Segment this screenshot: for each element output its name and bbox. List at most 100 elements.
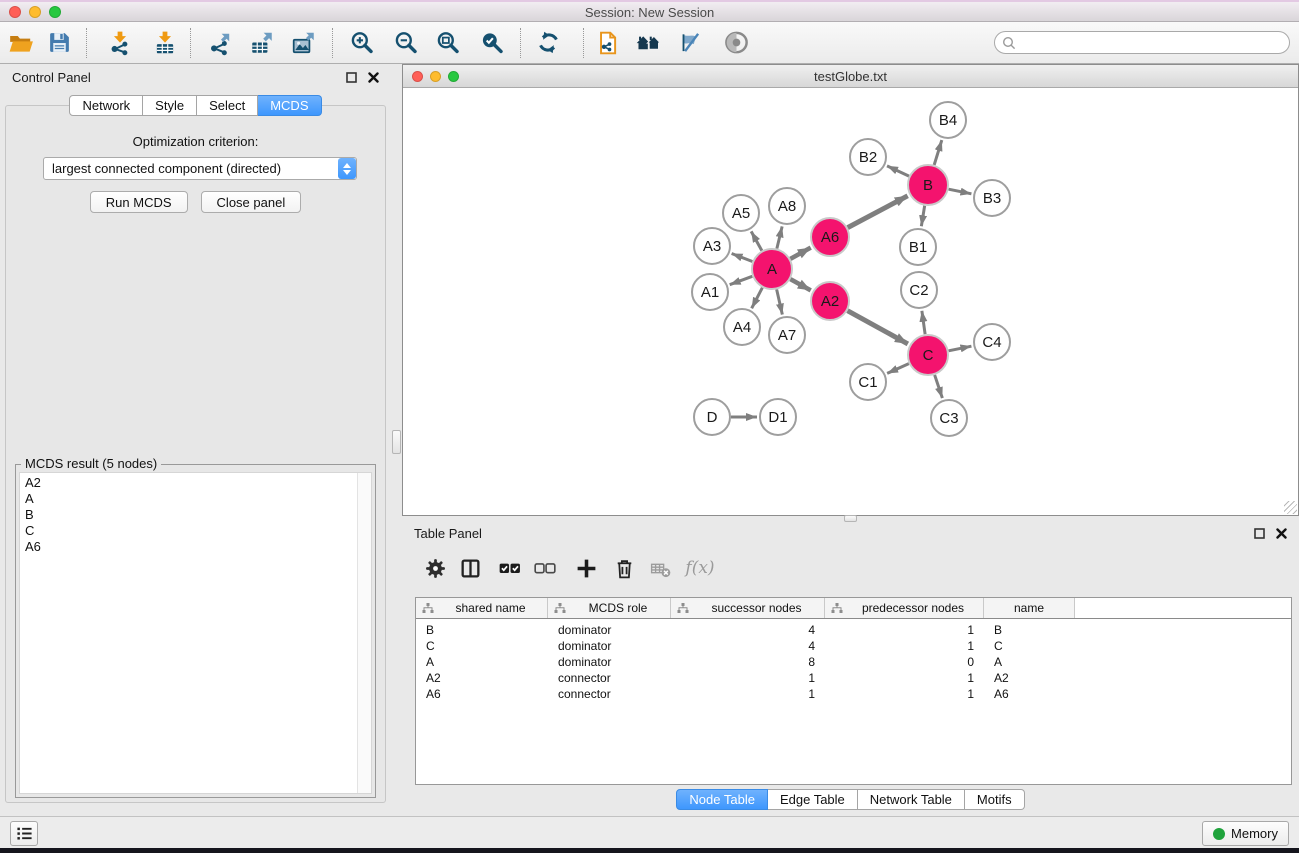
cell-MCDS-role[interactable]: dominator: [548, 623, 671, 637]
graph-node-C3[interactable]: [931, 400, 967, 436]
result-item-A[interactable]: A: [25, 491, 371, 507]
graph-edge-A-A7[interactable]: [777, 289, 783, 314]
result-scrollbar[interactable]: [357, 473, 371, 793]
float-table-panel-icon[interactable]: [1254, 528, 1265, 539]
graph-edge-A-A3[interactable]: [732, 254, 753, 262]
deselect-all-columns-icon[interactable]: [530, 553, 560, 583]
hide-annotations-icon[interactable]: [675, 28, 705, 58]
open-session-file-icon[interactable]: [592, 28, 622, 58]
vertical-splitter-grip[interactable]: [392, 430, 401, 454]
tab-network-table[interactable]: Network Table: [858, 789, 965, 810]
cell-MCDS-role[interactable]: connector: [548, 687, 671, 701]
graph-node-C1[interactable]: [850, 364, 886, 400]
cell-name[interactable]: A: [984, 655, 1075, 669]
network-minimize-button[interactable]: [430, 71, 441, 82]
graph-edge-B-B3[interactable]: [949, 189, 972, 194]
zoom-in-icon[interactable]: [347, 28, 377, 58]
graph-node-C2[interactable]: [901, 272, 937, 308]
show-columns-icon[interactable]: [455, 553, 485, 583]
table-row-A6[interactable]: A6connector11A6: [416, 686, 1291, 702]
graph-edge-C-C2[interactable]: [922, 311, 925, 334]
cell-predecessor-nodes[interactable]: 1: [825, 639, 984, 653]
cell-MCDS-role[interactable]: dominator: [548, 655, 671, 669]
graph-node-A1[interactable]: [692, 274, 728, 310]
delete-columns-trash-icon[interactable]: [609, 553, 639, 583]
delete-table-icon[interactable]: [645, 553, 675, 583]
column-header-shared-name[interactable]: shared name: [416, 598, 548, 618]
cell-predecessor-nodes[interactable]: 1: [825, 623, 984, 637]
select-all-columns-icon[interactable]: [495, 553, 525, 583]
cell-name[interactable]: A6: [984, 687, 1075, 701]
column-header-name[interactable]: name: [984, 598, 1075, 618]
column-header-MCDS-role[interactable]: MCDS role: [548, 598, 671, 618]
graph-node-A2[interactable]: [811, 282, 849, 320]
graph-edge-A-A4[interactable]: [752, 288, 763, 309]
mcds-result-list[interactable]: A2ABCA6: [19, 472, 372, 794]
graph-node-D[interactable]: [694, 399, 730, 435]
memory-button[interactable]: Memory: [1202, 821, 1289, 846]
tab-select[interactable]: Select: [197, 95, 258, 116]
export-image-icon[interactable]: [289, 28, 319, 58]
graph-edge-C-C3[interactable]: [935, 375, 943, 398]
cell-MCDS-role[interactable]: dominator: [548, 639, 671, 653]
graph-node-B[interactable]: [908, 165, 948, 205]
window-resize-handle[interactable]: [1284, 501, 1297, 514]
close-panel-icon[interactable]: [368, 72, 379, 83]
show-details-eye-icon[interactable]: [721, 28, 751, 58]
create-column-plus-icon[interactable]: [571, 553, 601, 583]
export-network-icon[interactable]: [205, 28, 235, 58]
function-builder-fx-icon[interactable]: f(x): [682, 553, 718, 583]
table-row-B[interactable]: Bdominator41B: [416, 622, 1291, 638]
cell-predecessor-nodes[interactable]: 1: [825, 687, 984, 701]
graph-node-A5[interactable]: [723, 195, 759, 231]
graph-edge-A-A5[interactable]: [751, 231, 762, 250]
graph-edge-A-A1[interactable]: [730, 276, 753, 284]
graph-node-A3[interactable]: [694, 228, 730, 264]
cell-successor-nodes[interactable]: 4: [671, 639, 825, 653]
cell-successor-nodes[interactable]: 4: [671, 623, 825, 637]
result-item-A6[interactable]: A6: [25, 539, 371, 555]
graph-edge-B-B4[interactable]: [934, 140, 942, 165]
cell-shared-name[interactable]: A6: [416, 687, 548, 701]
graph-node-A7[interactable]: [769, 317, 805, 353]
network-close-button[interactable]: [412, 71, 423, 82]
graph-node-A[interactable]: [752, 249, 792, 289]
cell-MCDS-role[interactable]: connector: [548, 671, 671, 685]
table-options-gear-icon[interactable]: [420, 553, 450, 583]
cell-shared-name[interactable]: B: [416, 623, 548, 637]
table-row-A2[interactable]: A2connector11A2: [416, 670, 1291, 686]
network-canvas[interactable]: B4B2BB3B1A5A8A6A3AA1A2C2A4A7CC4C1C3DD1: [403, 88, 1298, 515]
cell-shared-name[interactable]: C: [416, 639, 548, 653]
graph-node-C[interactable]: [908, 335, 948, 375]
tab-node-table[interactable]: Node Table: [676, 789, 768, 810]
horizontal-splitter-grip[interactable]: [844, 515, 857, 522]
graph-edge-A-A8[interactable]: [777, 226, 782, 248]
graph-node-C4[interactable]: [974, 324, 1010, 360]
refresh-layout-icon[interactable]: [534, 28, 564, 58]
graph-node-A6[interactable]: [811, 218, 849, 256]
graph-edge-C-C1[interactable]: [887, 364, 909, 374]
graph-edge-C-C4[interactable]: [949, 346, 972, 351]
cell-name[interactable]: C: [984, 639, 1075, 653]
import-table-icon[interactable]: [150, 28, 180, 58]
float-panel-icon[interactable]: [346, 72, 357, 83]
cell-predecessor-nodes[interactable]: 0: [825, 655, 984, 669]
graph-node-B3[interactable]: [974, 180, 1010, 216]
graph-edge-A2-C[interactable]: [848, 311, 908, 344]
table-row-C[interactable]: Cdominator41C: [416, 638, 1291, 654]
graph-edge-B-B1[interactable]: [921, 206, 924, 227]
graph-node-B1[interactable]: [900, 229, 936, 265]
cell-name[interactable]: B: [984, 623, 1075, 637]
result-item-A2[interactable]: A2: [25, 475, 371, 491]
home-icon[interactable]: [633, 28, 663, 58]
graph-edge-A6-B[interactable]: [848, 196, 908, 228]
column-header-successor-nodes[interactable]: successor nodes: [671, 598, 825, 618]
cell-predecessor-nodes[interactable]: 1: [825, 671, 984, 685]
zoom-out-icon[interactable]: [391, 28, 421, 58]
zoom-fit-icon[interactable]: [433, 28, 463, 58]
search-input[interactable]: [1017, 32, 1289, 53]
cell-successor-nodes[interactable]: 8: [671, 655, 825, 669]
graph-node-B2[interactable]: [850, 139, 886, 175]
graph-edge-A-A6[interactable]: [790, 248, 810, 259]
cell-shared-name[interactable]: A: [416, 655, 548, 669]
